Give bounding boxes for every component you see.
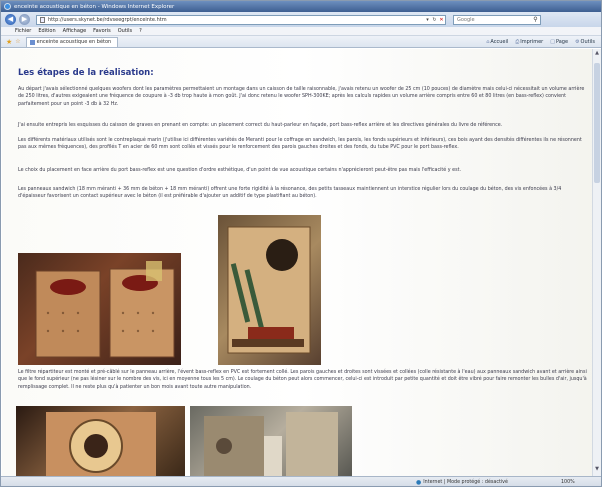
security-zone[interactable]: ● Internet | Mode protégé : désactivé: [416, 479, 508, 486]
home-icon: ⌂: [486, 38, 490, 45]
scroll-up-icon[interactable]: ▲: [594, 50, 600, 57]
address-row: ◀ ▶ http://users.skynet.be/rdvseegrpt/en…: [1, 12, 601, 27]
back-button[interactable]: ◀: [5, 14, 16, 25]
tab-label: enceinte acoustique en béton: [36, 39, 112, 45]
photo-enclosure-detail: [16, 406, 185, 476]
title-bar: enceinte acoustique en béton - Windows I…: [1, 1, 601, 12]
scrollbar-thumb[interactable]: [594, 63, 600, 183]
search-input[interactable]: Google: [457, 17, 531, 23]
menu-fichier[interactable]: Fichier: [15, 28, 31, 34]
search-icon[interactable]: ⚲: [531, 16, 540, 23]
forward-button[interactable]: ▶: [19, 14, 30, 25]
refresh-icon[interactable]: ↻: [431, 17, 438, 23]
stop-icon[interactable]: ✕: [438, 17, 445, 23]
zone-text: Internet | Mode protégé : désactivé: [423, 480, 508, 485]
paragraph-intro: Au départ j'avais sélectionné quelques w…: [18, 87, 585, 107]
page-heading: Les étapes de la réalisation:: [18, 68, 154, 78]
tab-row: ★ ☆ enceinte acoustique en béton ⌂Accuei…: [1, 36, 601, 48]
tools-menu-button[interactable]: ⚙Outils: [575, 39, 595, 45]
menu-favoris[interactable]: Favoris: [93, 28, 111, 34]
menu-edition[interactable]: Edition: [38, 28, 55, 34]
print-button[interactable]: ⎙Imprimer: [515, 39, 543, 45]
print-icon: ⎙: [515, 38, 520, 45]
menu-affichage[interactable]: Affichage: [63, 28, 87, 34]
status-bar: ● Internet | Mode protégé : désactivé 10…: [1, 476, 601, 486]
home-button[interactable]: ⌂Accueil: [486, 39, 508, 45]
ie-logo-icon: [4, 3, 11, 10]
add-favorites-icon[interactable]: ☆: [15, 38, 20, 45]
paragraph-sandwich-panels: Les panneaux sandwich (18 mm méranti + 3…: [18, 187, 562, 200]
favorites-star-icon[interactable]: ★: [6, 38, 12, 46]
tools-icon: ⚙: [575, 38, 580, 45]
photo-sandwich-panels: [18, 253, 181, 365]
dropdown-arrow-icon[interactable]: ▾: [424, 17, 431, 23]
url-text[interactable]: http://users.skynet.be/rdvseegrpt/encein…: [48, 17, 424, 23]
address-bar[interactable]: http://users.skynet.be/rdvseegrpt/encein…: [36, 14, 446, 25]
window-title: enceinte acoustique en béton - Windows I…: [14, 3, 175, 10]
paragraph-materials: Les différents matériaux utilisés sont l…: [18, 138, 582, 151]
scroll-down-icon[interactable]: ▼: [594, 466, 600, 473]
command-bar: ⌂Accueil ⎙Imprimer □Page ⚙Outils: [486, 39, 601, 45]
zoom-level[interactable]: 100%: [561, 480, 575, 485]
photo-enclosure-side: [190, 406, 352, 476]
paragraph-port-placement: Le choix du placement en face arrière du…: [18, 168, 461, 173]
paragraph-sketches: J'ai ensuite entrepris les esquisses du …: [18, 123, 503, 128]
tab-current[interactable]: enceinte acoustique en béton: [25, 36, 118, 47]
menu-bar: Fichier Edition Affichage Favoris Outils…: [1, 27, 601, 36]
menu-outils[interactable]: Outils: [118, 28, 132, 34]
page-menu-icon: □: [550, 38, 555, 45]
page-menu-button[interactable]: □Page: [550, 39, 568, 45]
vertical-scrollbar[interactable]: ▲ ▼: [592, 49, 601, 476]
paragraph-filter: Le filtre répartiteur est monté et pré-c…: [18, 370, 587, 390]
page-content: Les étapes de la réalisation: Au départ …: [2, 49, 601, 476]
browser-window: enceinte acoustique en béton - Windows I…: [0, 0, 602, 487]
tab-page-icon: [29, 39, 35, 45]
page-icon: [40, 16, 45, 23]
search-box[interactable]: Google ⚲: [453, 14, 541, 25]
globe-icon: ●: [416, 479, 422, 486]
menu-help[interactable]: ?: [139, 28, 142, 34]
photo-rear-panel: [218, 215, 321, 365]
